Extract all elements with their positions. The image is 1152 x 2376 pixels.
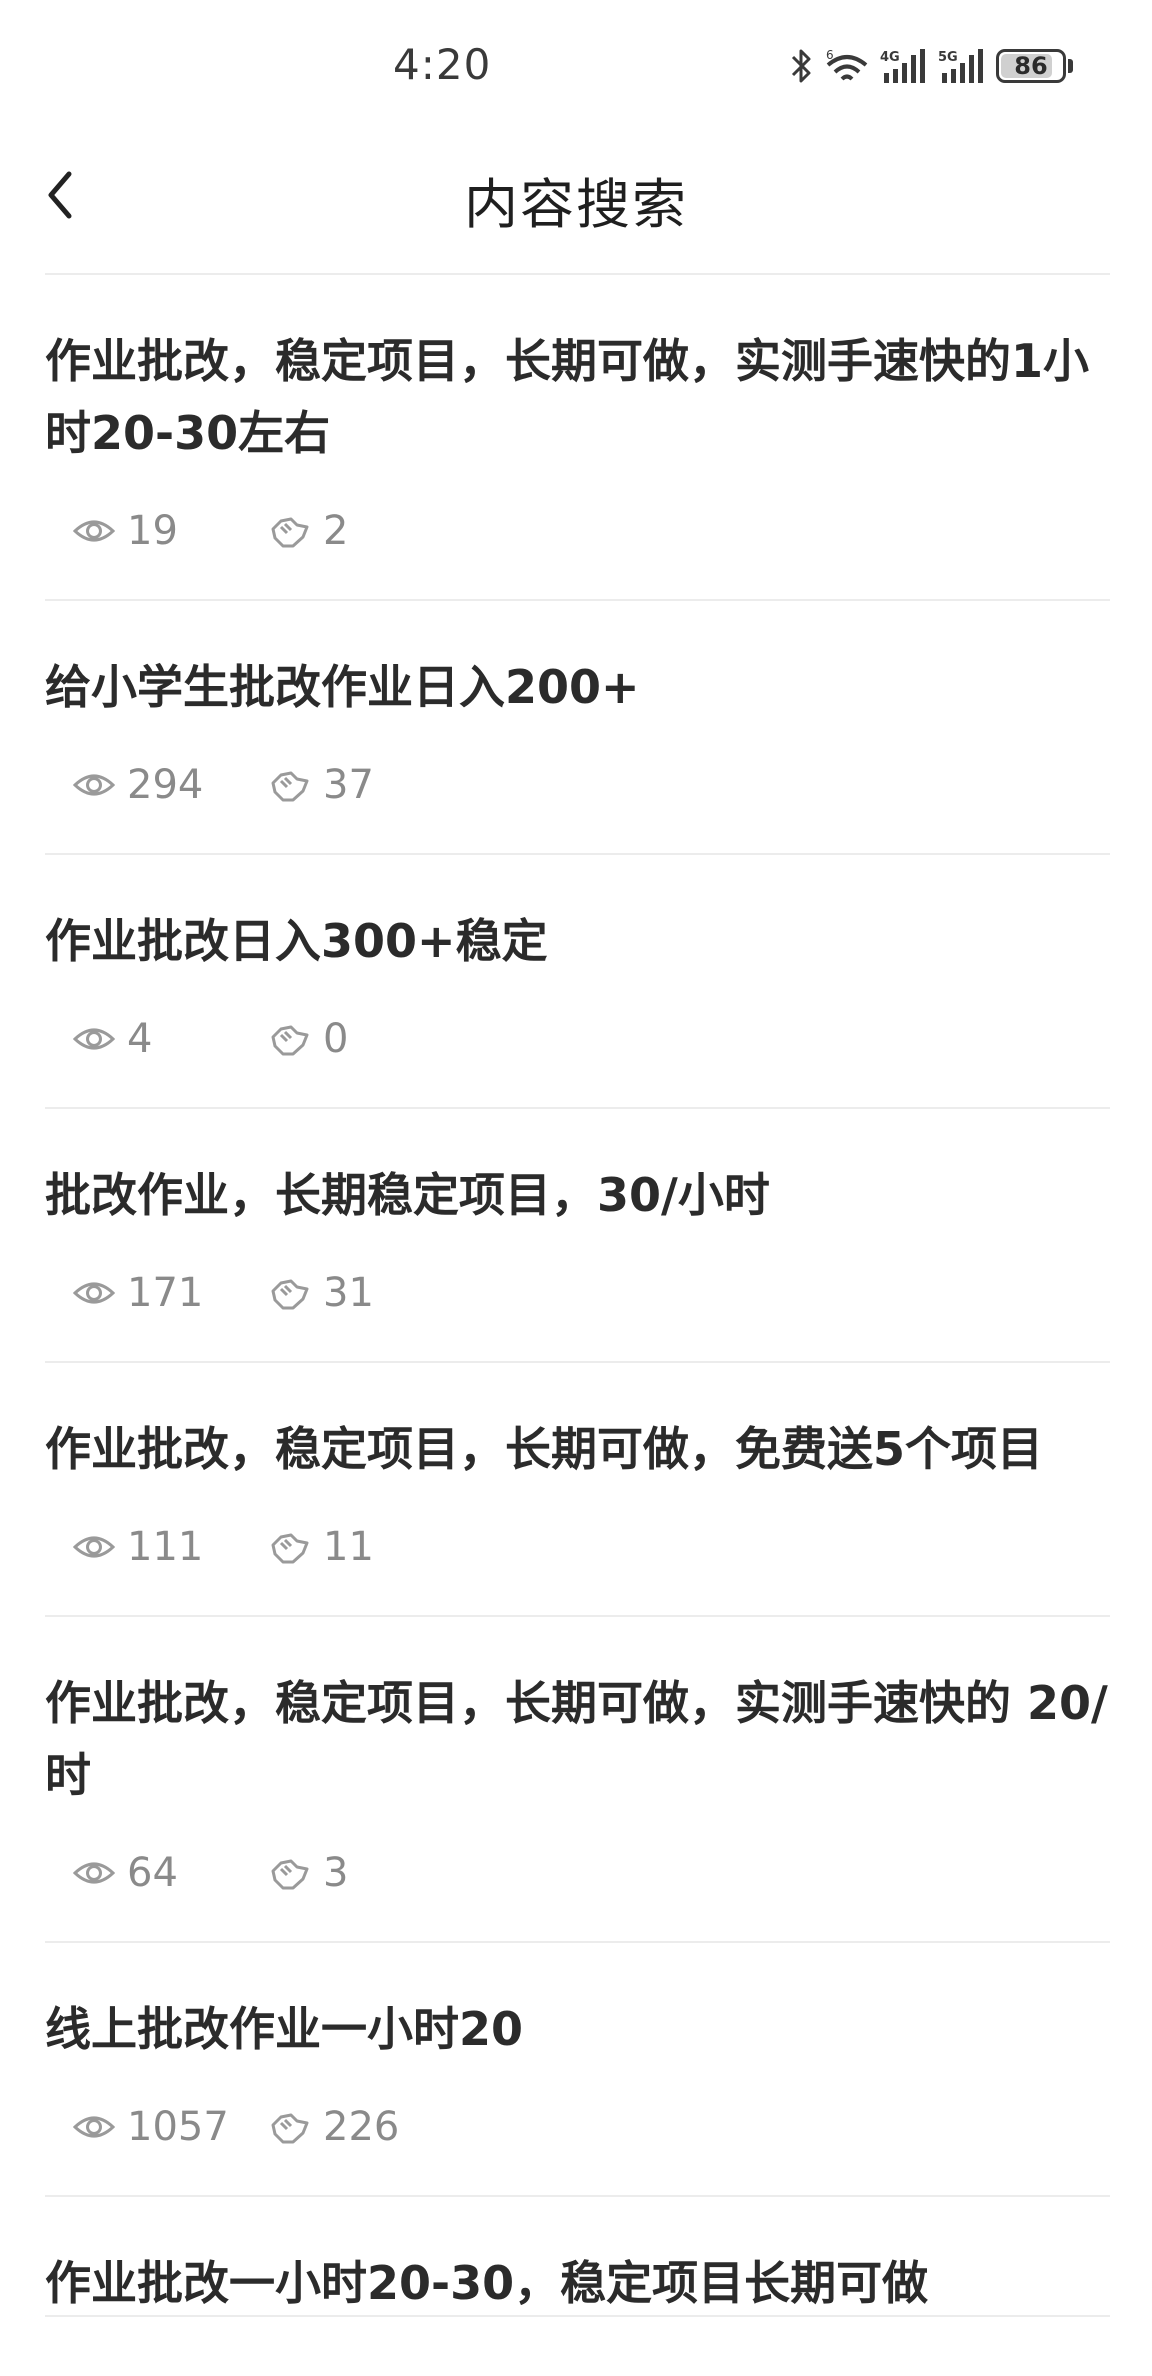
view-count: 111 [73, 1524, 269, 1570]
like-count: 37 [269, 762, 374, 808]
like-count-value: 31 [323, 1270, 374, 1316]
like-count-value: 2 [323, 508, 349, 554]
result-meta: 111 11 [45, 1517, 1110, 1615]
view-count: 64 [73, 1850, 269, 1896]
result-item[interactable]: 作业批改，稳定项目，长期可做，实测手速快的 20/时 64 3 [45, 1617, 1110, 1943]
result-item[interactable]: 作业批改日入300+稳定 4 0 [45, 855, 1110, 1109]
like-count-value: 0 [323, 1016, 349, 1062]
like-count: 0 [269, 1016, 348, 1062]
status-icons: 6 4G 5G 86 [790, 46, 1073, 86]
result-item[interactable]: 批改作业，长期稳定项目，30/小时 171 31 [45, 1109, 1110, 1363]
result-item[interactable]: 给小学生批改作业日入200+ 294 37 [45, 601, 1110, 855]
thumbs-up-icon [271, 1279, 309, 1310]
like-count-value: 3 [323, 1850, 349, 1896]
result-meta: 64 3 [45, 1843, 1110, 1941]
result-list: 作业批改，稳定项目，长期可做，实测手速快的1小时20-30左右 19 2 给小学… [45, 273, 1110, 2317]
result-title: 作业批改一小时20-30，稳定项目长期可做 [45, 2256, 929, 2310]
view-count-value: 64 [127, 1850, 178, 1896]
result-meta: 1057 226 [45, 2097, 1110, 2195]
view-count: 171 [73, 1270, 269, 1316]
eye-icon [73, 1282, 115, 1304]
eye-icon [73, 774, 115, 796]
view-count-value: 19 [127, 508, 178, 554]
eye-icon [73, 1862, 115, 1884]
thumbs-up-icon [271, 1533, 309, 1564]
result-title: 给小学生批改作业日入200+ [45, 660, 640, 714]
thumbs-up-icon [271, 771, 309, 802]
signal-4g-icon: 4G [880, 49, 925, 83]
like-count: 2 [269, 508, 348, 554]
thumbs-up-icon [271, 1025, 309, 1056]
result-meta: 19 2 [45, 501, 1110, 599]
result-item[interactable]: 作业批改一小时20-30，稳定项目长期可做 [45, 2197, 1110, 2317]
result-meta: 4 0 [45, 1009, 1110, 1107]
view-count-value: 171 [127, 1270, 204, 1316]
like-count: 226 [269, 2104, 399, 2150]
result-meta: 171 31 [45, 1263, 1110, 1361]
view-count-value: 4 [127, 1016, 153, 1062]
view-count-value: 294 [127, 762, 204, 808]
view-count: 19 [73, 508, 269, 554]
eye-icon [73, 2116, 115, 2138]
result-title: 作业批改，稳定项目，长期可做，实测手速快的 20/时 [45, 1676, 1108, 1802]
wifi-icon: 6 [826, 48, 868, 81]
eye-icon [73, 1536, 115, 1558]
battery-tip [1068, 59, 1073, 73]
eye-icon [73, 1028, 115, 1050]
thumbs-up-icon [271, 2113, 309, 2144]
eye-icon [73, 520, 115, 542]
bluetooth-icon [791, 49, 811, 83]
like-count-value: 11 [323, 1524, 374, 1570]
battery-level: 86 [1014, 52, 1048, 80]
like-count-value: 37 [323, 762, 374, 808]
result-title: 作业批改，稳定项目，长期可做，实测手速快的1小时20-30左右 [45, 334, 1090, 460]
view-count: 1057 [73, 2104, 269, 2150]
view-count-value: 111 [127, 1524, 204, 1570]
nav-bar: 内容搜索 [0, 130, 1152, 274]
thumbs-up-icon [271, 517, 309, 548]
signal-5g-icon: 5G [938, 49, 983, 83]
view-count-value: 1057 [127, 2104, 229, 2150]
view-count: 4 [73, 1016, 269, 1062]
result-title: 作业批改日入300+稳定 [45, 914, 548, 968]
svg-text:5G: 5G [938, 50, 958, 65]
result-item[interactable]: 作业批改，稳定项目，长期可做，实测手速快的1小时20-30左右 19 2 [45, 275, 1110, 601]
result-title: 线上批改作业一小时20 [45, 2002, 524, 2056]
status-bar: 4:20 6 4G 5G 86 [0, 0, 1152, 130]
result-item[interactable]: 作业批改，稳定项目，长期可做，免费送5个项目 111 11 [45, 1363, 1110, 1617]
like-count: 11 [269, 1524, 374, 1570]
result-meta: 294 37 [45, 755, 1110, 853]
like-count: 31 [269, 1270, 374, 1316]
view-count: 294 [73, 762, 269, 808]
result-title: 作业批改，稳定项目，长期可做，免费送5个项目 [45, 1422, 1044, 1476]
like-count-value: 226 [323, 2104, 400, 2150]
like-count: 3 [269, 1850, 348, 1896]
result-title: 批改作业，长期稳定项目，30/小时 [45, 1168, 770, 1222]
svg-text:4G: 4G [880, 50, 900, 65]
page-title: 内容搜索 [464, 173, 688, 236]
thumbs-up-icon [271, 1859, 309, 1890]
result-item[interactable]: 线上批改作业一小时20 1057 226 [45, 1943, 1110, 2197]
status-time: 4:20 [393, 40, 492, 89]
battery-indicator: 86 [996, 49, 1066, 83]
